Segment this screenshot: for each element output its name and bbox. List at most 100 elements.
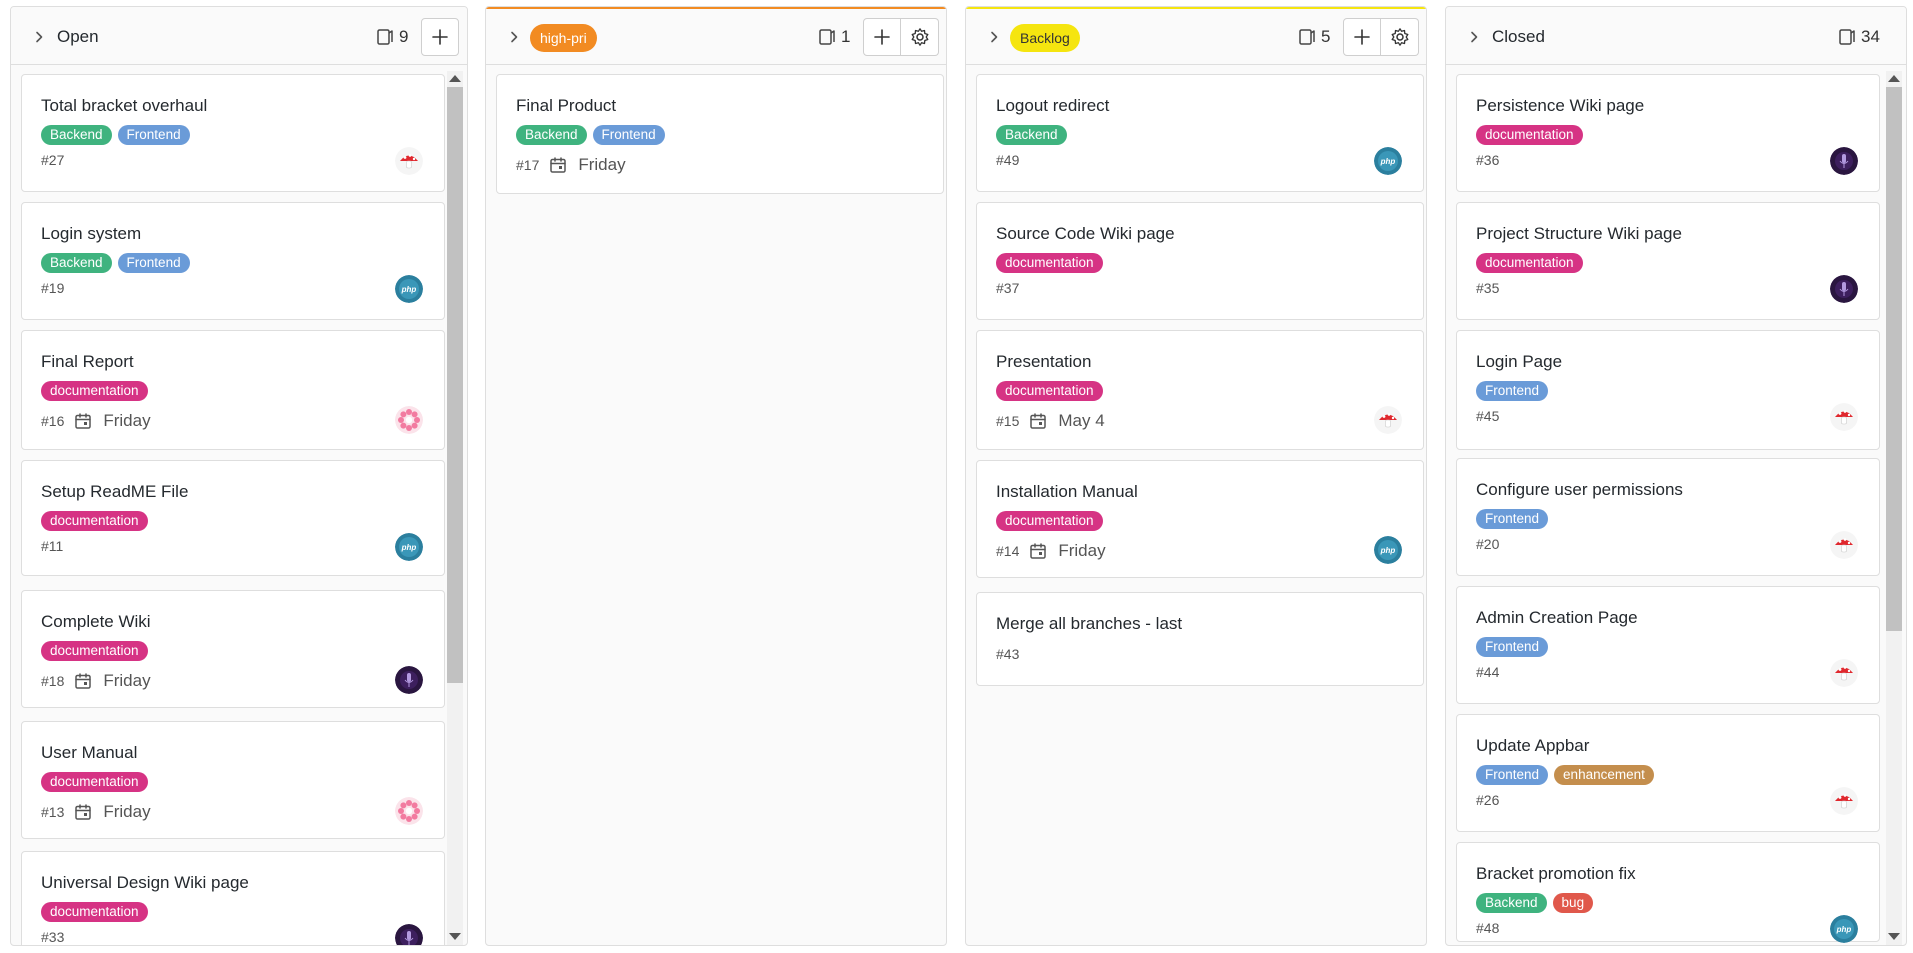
mushroom-avatar[interactable]	[1830, 531, 1858, 559]
mic-avatar[interactable]	[395, 666, 423, 694]
issue-card[interactable]: Final Product Backend Frontend #17 Friday	[496, 74, 944, 194]
issue-card[interactable]: Merge all branches - last #43	[976, 592, 1424, 686]
label-backend[interactable]: Backend	[516, 125, 587, 145]
issue-title[interactable]: Login Page	[1476, 352, 1562, 372]
scroll-up-arrow-icon[interactable]	[449, 75, 461, 82]
label-documentation[interactable]: documentation	[1476, 125, 1583, 145]
issue-card[interactable]: Login Page Frontend #45	[1456, 330, 1880, 450]
label-backend[interactable]: Backend	[41, 125, 112, 145]
svg-text:php: php	[1380, 157, 1396, 166]
issue-title[interactable]: Total bracket overhaul	[41, 96, 207, 116]
issue-title[interactable]: Bracket promotion fix	[1476, 864, 1636, 884]
issue-title[interactable]: Logout redirect	[996, 96, 1109, 116]
issue-card[interactable]: Universal Design Wiki page documentation #…	[21, 851, 445, 945]
collapse-chevron-icon[interactable]	[31, 29, 47, 45]
issue-title[interactable]: Configure user permissions	[1476, 480, 1683, 500]
vertical-scrollbar[interactable]	[445, 71, 465, 945]
issue-card[interactable]: Complete Wiki documentation #18 Friday	[21, 590, 445, 708]
collapse-chevron-icon[interactable]	[986, 29, 1002, 45]
issue-card[interactable]: Logout redirect Backend #49 php	[976, 74, 1424, 192]
label-documentation[interactable]: documentation	[996, 381, 1103, 401]
issue-title[interactable]: Persistence Wiki page	[1476, 96, 1644, 116]
issue-card[interactable]: Total bracket overhaul Backend Frontend #27	[21, 74, 445, 192]
issue-card[interactable]: Source Code Wiki page documentation #37	[976, 202, 1424, 320]
label-documentation[interactable]: documentation	[41, 381, 148, 401]
issue-title[interactable]: Final Product	[516, 96, 616, 116]
scroll-down-arrow-icon[interactable]	[1888, 933, 1900, 940]
collapse-chevron-icon[interactable]	[506, 29, 522, 45]
php-avatar[interactable]: php	[395, 275, 423, 303]
issue-card[interactable]: User Manual documentation #13 Friday	[21, 721, 445, 839]
issue-title[interactable]: Project Structure Wiki page	[1476, 224, 1682, 244]
mic-avatar[interactable]	[1830, 275, 1858, 303]
label-documentation[interactable]: documentation	[41, 511, 148, 531]
label-backend[interactable]: Backend	[41, 253, 112, 273]
label-frontend[interactable]: Frontend	[592, 125, 665, 145]
mushroom-avatar[interactable]	[1830, 403, 1858, 431]
label-backend[interactable]: Backend	[996, 125, 1067, 145]
mushroom-avatar[interactable]	[1374, 406, 1402, 434]
scroll-down-arrow-icon[interactable]	[449, 933, 461, 940]
issue-title[interactable]: Setup ReadME File	[41, 482, 188, 502]
issue-title[interactable]: Source Code Wiki page	[996, 224, 1175, 244]
issue-title[interactable]: Complete Wiki	[41, 612, 151, 632]
issue-title[interactable]: Update Appbar	[1476, 736, 1589, 756]
flower-avatar[interactable]	[395, 406, 423, 434]
add-issue-button[interactable]	[863, 18, 901, 56]
php-avatar[interactable]: php	[1830, 915, 1858, 943]
issue-labels: Frontend	[1476, 509, 1549, 529]
issue-title[interactable]: Admin Creation Page	[1476, 608, 1638, 628]
mushroom-avatar[interactable]	[1830, 787, 1858, 815]
issue-card[interactable]: Configure user permissions Frontend #20	[1456, 458, 1880, 576]
scrollbar-thumb[interactable]	[447, 87, 463, 683]
issue-card[interactable]: Setup ReadME File documentation #11 php	[21, 460, 445, 576]
add-issue-button[interactable]	[1343, 18, 1381, 56]
issue-card[interactable]: Admin Creation Page Frontend #44	[1456, 586, 1880, 704]
issue-title[interactable]: Universal Design Wiki page	[41, 873, 249, 893]
label-documentation[interactable]: documentation	[996, 253, 1103, 273]
label-documentation[interactable]: documentation	[41, 641, 148, 661]
issue-card[interactable]: Bracket promotion fix Backend bug #48 php	[1456, 842, 1880, 943]
php-avatar[interactable]: php	[1374, 147, 1402, 175]
label-frontend[interactable]: Frontend	[117, 253, 190, 273]
add-issue-button[interactable]	[421, 18, 459, 56]
issue-card[interactable]: Presentation documentation #15 May 4	[976, 330, 1424, 450]
label-frontend[interactable]: Frontend	[1476, 637, 1549, 657]
mushroom-avatar[interactable]	[395, 147, 423, 175]
label-backend[interactable]: Backend	[1476, 893, 1547, 913]
label-enhancement[interactable]: enhancement	[1554, 765, 1654, 785]
label-frontend[interactable]: Frontend	[117, 125, 190, 145]
label-documentation[interactable]: documentation	[1476, 253, 1583, 273]
label-documentation[interactable]: documentation	[41, 902, 148, 922]
label-frontend[interactable]: Frontend	[1476, 381, 1549, 401]
collapse-chevron-icon[interactable]	[1466, 29, 1482, 45]
label-frontend[interactable]: Frontend	[1476, 765, 1549, 785]
list-settings-button[interactable]	[901, 18, 939, 56]
label-documentation[interactable]: documentation	[41, 772, 148, 792]
issue-card[interactable]: Persistence Wiki page documentation #36	[1456, 74, 1880, 192]
php-avatar[interactable]: php	[395, 533, 423, 561]
issue-card[interactable]: Login system Backend Frontend #19 php	[21, 202, 445, 320]
php-avatar[interactable]: php	[1374, 536, 1402, 564]
mushroom-avatar[interactable]	[1830, 659, 1858, 687]
label-documentation[interactable]: documentation	[996, 511, 1103, 531]
vertical-scrollbar[interactable]	[1884, 71, 1904, 945]
scrollbar-thumb[interactable]	[1886, 87, 1902, 631]
issue-card[interactable]: Project Structure Wiki page documentation…	[1456, 202, 1880, 320]
issue-title[interactable]: Login system	[41, 224, 141, 244]
scroll-up-arrow-icon[interactable]	[1888, 75, 1900, 82]
flower-avatar[interactable]	[395, 797, 423, 825]
issue-title[interactable]: Presentation	[996, 352, 1091, 372]
issue-title[interactable]: Merge all branches - last	[996, 614, 1182, 634]
issue-title[interactable]: User Manual	[41, 743, 137, 763]
issue-card[interactable]: Final Report documentation #16 Friday	[21, 330, 445, 450]
issue-card[interactable]: Installation Manual documentation #14 Frida…	[976, 460, 1424, 578]
mic-avatar[interactable]	[1830, 147, 1858, 175]
issue-card[interactable]: Update Appbar Frontend enhancement #26	[1456, 714, 1880, 832]
list-settings-button[interactable]	[1381, 18, 1419, 56]
issue-title[interactable]: Final Report	[41, 352, 134, 372]
label-bug[interactable]: bug	[1552, 893, 1594, 913]
issue-title[interactable]: Installation Manual	[996, 482, 1138, 502]
label-frontend[interactable]: Frontend	[1476, 509, 1549, 529]
mic-avatar[interactable]	[395, 924, 423, 945]
